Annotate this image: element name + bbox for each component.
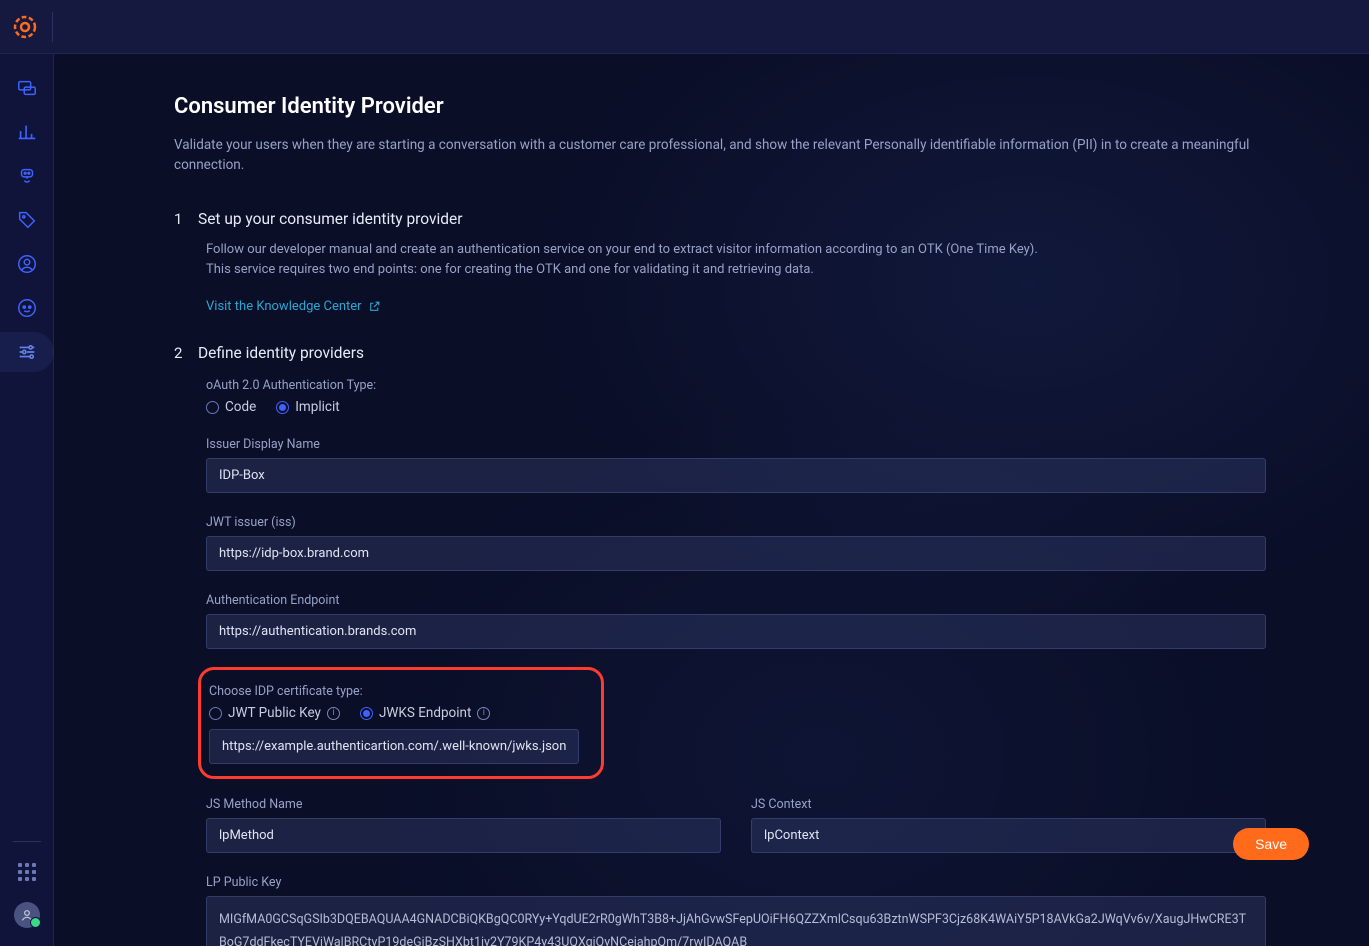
js-method-label: JS Method Name	[206, 797, 303, 812]
conversations-icon[interactable]	[15, 76, 39, 100]
jwks-endpoint-input[interactable]	[209, 729, 579, 764]
lp-public-key-label: LP Public Key	[206, 875, 281, 890]
jwt-issuer-input[interactable]	[206, 536, 1266, 571]
step-2-number: 2	[174, 344, 184, 362]
apps-grid-icon[interactable]	[15, 860, 39, 884]
issuer-display-label: Issuer Display Name	[206, 437, 320, 452]
cert-type-label: Choose IDP certificate type:	[209, 684, 363, 699]
jwt-issuer-label: JWT issuer (iss)	[206, 515, 296, 530]
radio-circle-checked-icon	[276, 401, 289, 414]
page-title: Consumer Identity Provider	[174, 94, 1309, 119]
assistant-icon[interactable]	[15, 296, 39, 320]
top-bar	[0, 0, 1369, 54]
radio-circle-icon	[206, 401, 219, 414]
auth-type-label: oAuth 2.0 Authentication Type:	[206, 378, 376, 393]
step-1-number: 1	[174, 210, 184, 228]
cert-type-highlight: Choose IDP certificate type: JWT Public …	[198, 667, 604, 779]
lp-public-key-value: MIGfMA0GCSqGSIb3DQEBAQUAA4GNADCBiQKBgQC0…	[206, 896, 1266, 946]
radio-implicit[interactable]: Implicit	[276, 399, 339, 415]
page-description: Validate your users when they are starti…	[174, 135, 1309, 176]
radio-circle-checked-icon	[360, 707, 373, 720]
step-2-header: 2 Define identity providers	[174, 344, 1309, 362]
js-method-input[interactable]	[206, 818, 721, 853]
brand-logo-icon	[10, 12, 40, 42]
tag-icon[interactable]	[15, 208, 39, 232]
user-avatar[interactable]	[14, 902, 40, 928]
sidebar-divider	[13, 841, 41, 842]
step-2-title: Define identity providers	[198, 344, 364, 362]
js-context-label: JS Context	[751, 797, 812, 812]
main-content: Consumer Identity Provider Validate your…	[54, 54, 1369, 946]
issuer-display-input[interactable]	[206, 458, 1266, 493]
analytics-icon[interactable]	[15, 120, 39, 144]
save-button[interactable]: Save	[1233, 828, 1309, 860]
step-1-header: 1 Set up your consumer identity provider	[174, 210, 1309, 228]
step-1-title: Set up your consumer identity provider	[198, 210, 463, 228]
topbar-divider	[52, 12, 53, 42]
radio-jwt-public-key[interactable]: JWT Public Key i	[209, 705, 340, 721]
auth-endpoint-label: Authentication Endpoint	[206, 593, 339, 608]
sidebar	[0, 54, 54, 946]
step-1-text: Follow our developer manual and create a…	[206, 240, 1309, 282]
js-context-input[interactable]	[751, 818, 1266, 853]
settings-sliders-icon[interactable]	[15, 340, 39, 364]
radio-jwks-endpoint[interactable]: JWKS Endpoint i	[360, 705, 490, 721]
external-link-icon	[368, 300, 381, 313]
info-icon[interactable]: i	[327, 707, 340, 720]
knowledge-center-link[interactable]: Visit the Knowledge Center	[206, 299, 381, 314]
user-circle-icon[interactable]	[15, 252, 39, 276]
radio-circle-icon	[209, 707, 222, 720]
radio-code[interactable]: Code	[206, 399, 256, 415]
info-icon[interactable]: i	[477, 707, 490, 720]
bot-icon[interactable]	[15, 164, 39, 188]
auth-endpoint-input[interactable]	[206, 614, 1266, 649]
